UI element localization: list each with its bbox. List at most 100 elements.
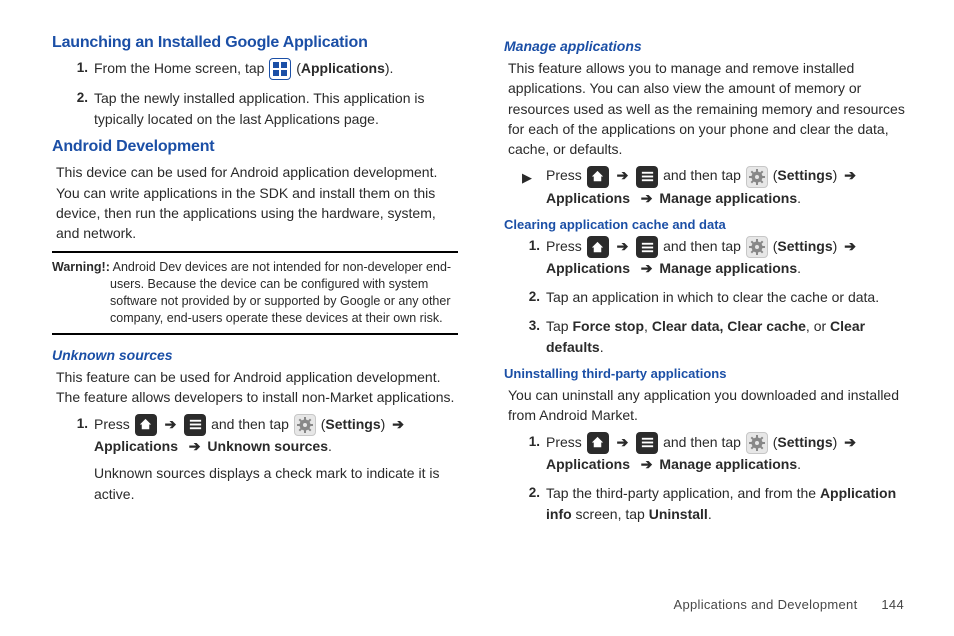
home-icon <box>587 432 609 454</box>
list-item: 1. Press ➔ and then tap (Settings) ➔ App… <box>64 414 458 505</box>
label: Settings <box>777 434 832 450</box>
menu-icon <box>636 166 658 188</box>
text: . <box>797 456 801 472</box>
manage-body: This feature allows you to manage and re… <box>508 58 910 159</box>
text: Android Dev devices are not intended for… <box>110 260 451 274</box>
text: Tap the newly installed application. Thi… <box>94 90 425 127</box>
arrow-icon: ➔ <box>641 456 653 472</box>
gear-icon <box>746 236 768 258</box>
heading-launch: Launching an Installed Google Applicatio… <box>52 34 458 52</box>
unknown-body: This feature can be used for Android app… <box>56 367 458 408</box>
text: . <box>328 438 332 454</box>
label: Applications <box>546 456 630 472</box>
right-column: Manage applications This feature allows … <box>504 34 910 533</box>
heading-clearing: Clearing application cache and data <box>504 217 910 232</box>
arrow-icon: ➔ <box>617 238 629 254</box>
home-icon <box>587 236 609 258</box>
text: Tap <box>546 318 572 334</box>
footer-section: Applications and Development <box>673 597 857 612</box>
label: Manage applications <box>659 260 797 276</box>
text: . <box>797 260 801 276</box>
menu-icon <box>636 432 658 454</box>
text: ) <box>833 167 842 183</box>
text: and then tap <box>663 238 745 254</box>
text: , <box>644 318 652 334</box>
list-item: 1. Press ➔ and then tap (Settings) ➔ App… <box>516 432 910 475</box>
arrow-icon: ➔ <box>392 416 404 432</box>
list-item: 2. Tap the newly installed application. … <box>64 88 458 130</box>
text: From the Home screen, tap <box>94 60 268 76</box>
apps-label: Applications <box>301 60 385 76</box>
text: Press <box>546 434 586 450</box>
arrow-icon: ➔ <box>189 438 201 454</box>
label: Settings <box>777 167 832 183</box>
arrow-icon: ➔ <box>617 434 629 450</box>
gear-icon <box>294 414 316 436</box>
text: ) <box>833 238 842 254</box>
text: company, end-users operate these devices… <box>110 310 458 327</box>
text: and then tap <box>211 416 293 432</box>
uninstall-steps: 1. Press ➔ and then tap (Settings) ➔ App… <box>516 432 910 525</box>
label: Applications <box>94 438 178 454</box>
label: Clear data, Clear cache <box>652 318 806 334</box>
label: Manage applications <box>659 190 797 206</box>
text: Tap the third-party application, and fro… <box>546 485 820 501</box>
label: Manage applications <box>659 456 797 472</box>
text: and then tap <box>663 167 745 183</box>
text: . <box>708 506 712 522</box>
launch-steps: 1. From the Home screen, tap (Applicatio… <box>64 58 458 130</box>
android-body: This device can be used for Android appl… <box>56 162 458 243</box>
list-item: ▶ Press ➔ and then tap (Settings) ➔ Appl… <box>516 165 910 208</box>
text: ). <box>385 60 394 76</box>
text: Tap an application in which to clear the… <box>546 289 879 305</box>
home-icon <box>587 166 609 188</box>
gear-icon <box>746 432 768 454</box>
arrow-icon: ➔ <box>641 260 653 276</box>
label: Uninstall <box>649 506 708 522</box>
list-item: 2. Tap an application in which to clear … <box>516 287 910 308</box>
heading-android-dev: Android Development <box>52 138 458 156</box>
list-item: 3. Tap Force stop, Clear data, Clear cac… <box>516 316 910 358</box>
arrow-icon: ➔ <box>165 416 177 432</box>
arrow-icon: ➔ <box>641 190 653 206</box>
clear-steps: 1. Press ➔ and then tap (Settings) ➔ App… <box>516 236 910 358</box>
gear-icon <box>746 166 768 188</box>
warning-lead: Warning!: <box>52 260 110 274</box>
arrow-icon: ➔ <box>844 434 856 450</box>
text: screen, tap <box>572 506 649 522</box>
label: Applications <box>546 260 630 276</box>
arrow-icon: ➔ <box>844 238 856 254</box>
manage-steps: ▶ Press ➔ and then tap (Settings) ➔ Appl… <box>516 165 910 208</box>
text: ) <box>833 434 842 450</box>
label: Applications <box>546 190 630 206</box>
text: users. Because the device can be configu… <box>110 276 458 293</box>
label: Unknown sources <box>207 438 328 454</box>
uninstall-body: You can uninstall any application you do… <box>508 385 910 426</box>
text: Press <box>546 167 586 183</box>
heading-unknown-sources: Unknown sources <box>52 347 458 363</box>
text: . <box>797 190 801 206</box>
text: software not provided by or supported by… <box>110 293 458 310</box>
label: Settings <box>325 416 380 432</box>
page-footer: Applications and Development 144 <box>673 597 904 612</box>
list-item: 1. Press ➔ and then tap (Settings) ➔ App… <box>516 236 910 279</box>
label: Force stop <box>572 318 644 334</box>
apps-icon <box>269 58 291 80</box>
text: ) <box>381 416 390 432</box>
label: Settings <box>777 238 832 254</box>
list-item: 1. From the Home screen, tap (Applicatio… <box>64 58 458 80</box>
menu-icon <box>636 236 658 258</box>
home-icon <box>135 414 157 436</box>
heading-uninstall: Uninstalling third-party applications <box>504 366 910 381</box>
heading-manage-apps: Manage applications <box>504 38 910 54</box>
text: , or <box>806 318 830 334</box>
menu-icon <box>184 414 206 436</box>
text: and then tap <box>663 434 745 450</box>
unknown-steps: 1. Press ➔ and then tap (Settings) ➔ App… <box>64 414 458 505</box>
arrow-icon: ➔ <box>617 167 629 183</box>
left-column: Launching an Installed Google Applicatio… <box>52 34 458 533</box>
text: Unknown sources displays a check mark to… <box>94 465 439 502</box>
warning-box: Warning!: Android Dev devices are not in… <box>52 251 458 335</box>
text: . <box>600 339 604 355</box>
page-number: 144 <box>881 597 904 612</box>
